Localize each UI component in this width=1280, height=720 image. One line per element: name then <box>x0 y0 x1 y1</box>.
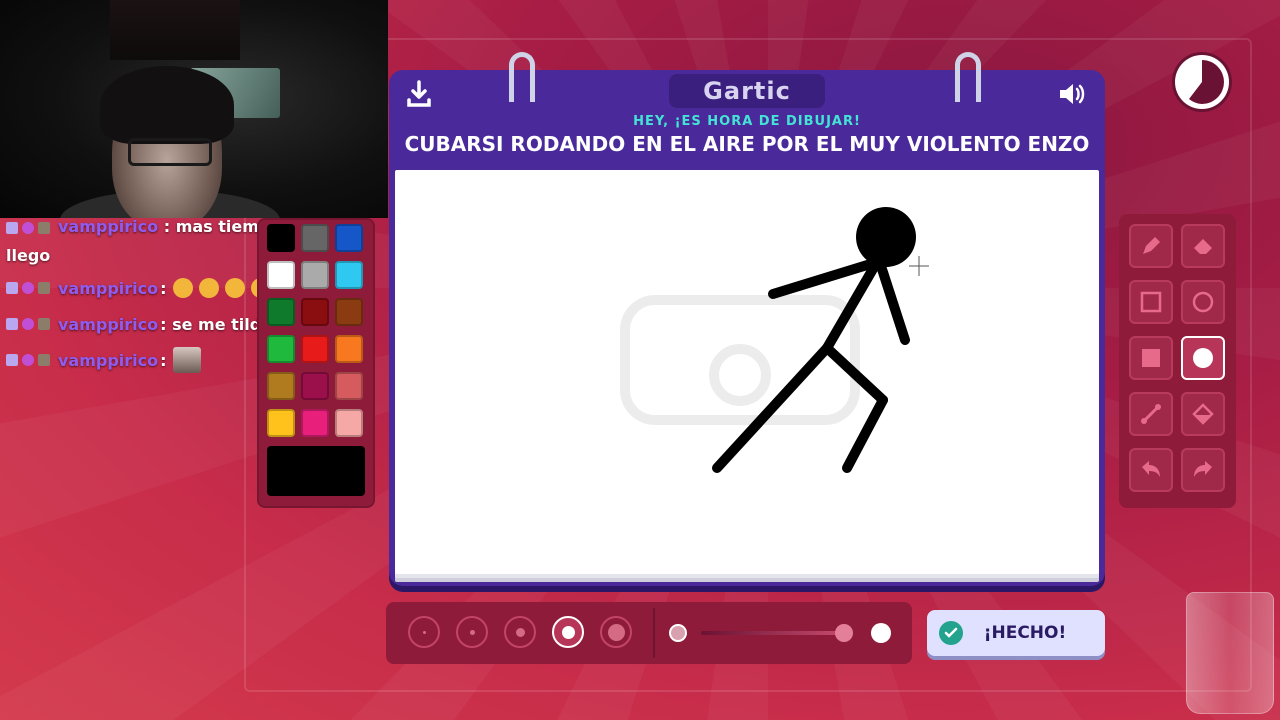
round-timer <box>1175 55 1229 109</box>
rectangle-outline-tool[interactable] <box>1129 280 1173 324</box>
sub-badge-icon <box>6 282 18 294</box>
prime-badge-icon <box>22 354 34 366</box>
user-badge-icon <box>38 318 50 330</box>
face-emote-icon <box>172 347 201 373</box>
size-dot-icon <box>469 629 475 635</box>
redo-icon <box>1194 461 1212 477</box>
eraser-icon <box>1194 239 1212 254</box>
stick-figure-drawing <box>712 207 929 473</box>
brush-size-1[interactable] <box>408 616 440 648</box>
volume-icon[interactable] <box>1056 78 1088 110</box>
color-swatch[interactable] <box>301 298 329 326</box>
eraser-tool[interactable] <box>1181 224 1225 268</box>
color-swatch[interactable] <box>267 261 295 289</box>
color-swatch[interactable] <box>301 409 329 437</box>
brush-size-3[interactable] <box>504 616 536 648</box>
draw-hint: HEY, ¡ES HORA DE DIBUJAR! <box>633 114 861 129</box>
fill-bucket-icon <box>1192 403 1214 425</box>
size-dot-icon <box>561 625 575 639</box>
sub-badge-icon <box>6 221 18 234</box>
webcam-overlay <box>0 0 388 218</box>
webcam-shelf <box>110 0 240 60</box>
size-dot-icon <box>422 630 426 634</box>
opacity-high-icon <box>871 623 891 643</box>
pensive-emoji-icon <box>198 278 219 298</box>
gartic-logo: Gartic <box>669 74 825 108</box>
color-swatch[interactable] <box>267 335 295 363</box>
pencil-tool[interactable] <box>1129 224 1173 268</box>
download-icon[interactable] <box>403 78 435 110</box>
brush-settings-bar <box>386 602 912 664</box>
brush-size-4[interactable] <box>552 616 584 648</box>
color-swatch[interactable] <box>267 298 295 326</box>
color-swatch[interactable] <box>301 224 329 252</box>
size-dot-icon <box>607 623 625 641</box>
opacity-low-icon <box>669 624 687 642</box>
rectangle-fill-tool[interactable] <box>1129 336 1173 380</box>
pencil-icon <box>1143 237 1160 254</box>
current-color-preview <box>267 446 365 496</box>
square-outline-icon <box>1140 291 1162 313</box>
glass-cup-overlay <box>1186 592 1274 714</box>
pensive-emoji-icon <box>172 278 193 298</box>
user-badge-icon <box>38 354 50 366</box>
opacity-slider[interactable] <box>701 631 851 635</box>
tool-panel <box>1119 214 1236 508</box>
brush-size-5[interactable] <box>600 616 632 648</box>
chat-text: : <box>160 350 167 370</box>
ellipse-outline-tool[interactable] <box>1181 280 1225 324</box>
color-swatch[interactable] <box>335 409 363 437</box>
binder-ring-icon <box>509 52 535 102</box>
line-icon <box>1141 404 1161 424</box>
color-swatch[interactable] <box>335 224 363 252</box>
prime-badge-icon <box>22 318 34 330</box>
sub-badge-icon <box>6 354 18 366</box>
color-swatch[interactable] <box>301 335 329 363</box>
color-swatch[interactable] <box>267 224 295 252</box>
done-button-label: ¡HECHO! <box>983 623 1067 643</box>
check-icon <box>939 621 963 645</box>
drawing-canvas[interactable] <box>395 170 1099 574</box>
pensive-emoji-icon <box>224 278 245 298</box>
webcam-hair <box>100 66 234 144</box>
chat-username: vamppirico <box>58 217 159 236</box>
undo-button[interactable] <box>1129 448 1173 492</box>
drawing-prompt: CUBARSI RODANDO EN EL AIRE POR EL MUY VI… <box>404 132 1090 156</box>
square-fill-icon <box>1142 349 1160 367</box>
size-dot-icon <box>515 627 525 637</box>
opacity-slider-handle[interactable] <box>834 624 853 642</box>
opacity-control <box>653 608 907 658</box>
sub-badge-icon <box>6 318 18 330</box>
brush-size-2[interactable] <box>456 616 488 648</box>
line-tool[interactable] <box>1129 392 1173 436</box>
binder-ring-icon <box>955 52 981 102</box>
user-badge-icon <box>38 282 50 294</box>
color-swatch[interactable] <box>267 372 295 400</box>
color-swatch[interactable] <box>335 335 363 363</box>
circle-outline-icon <box>1192 291 1214 313</box>
color-swatch[interactable] <box>335 261 363 289</box>
color-swatch[interactable] <box>267 409 295 437</box>
color-palette <box>257 218 375 508</box>
undo-icon <box>1142 461 1160 477</box>
color-swatch[interactable] <box>335 372 363 400</box>
timer-clock-icon <box>1180 60 1224 104</box>
color-swatch[interactable] <box>301 372 329 400</box>
fill-bucket-tool[interactable] <box>1181 392 1225 436</box>
color-swatch[interactable] <box>335 298 363 326</box>
chat-username: vamppirico <box>58 314 159 334</box>
webcam-glasses <box>128 138 212 166</box>
chat-username: vamppirico <box>58 350 159 370</box>
user-badge-icon <box>38 221 50 234</box>
ellipse-fill-tool[interactable] <box>1181 336 1225 380</box>
chat-username: vamppirico <box>58 278 159 298</box>
prime-badge-icon <box>22 282 34 294</box>
chat-text: : <box>160 278 167 298</box>
redo-button[interactable] <box>1181 448 1225 492</box>
drawing-book: Gartic HEY, ¡ES HORA DE DIBUJAR! CUBARSI… <box>389 52 1105 586</box>
color-swatch[interactable] <box>301 261 329 289</box>
circle-fill-icon <box>1193 348 1213 368</box>
done-button[interactable]: ¡HECHO! <box>927 610 1105 656</box>
prime-badge-icon <box>22 221 34 234</box>
